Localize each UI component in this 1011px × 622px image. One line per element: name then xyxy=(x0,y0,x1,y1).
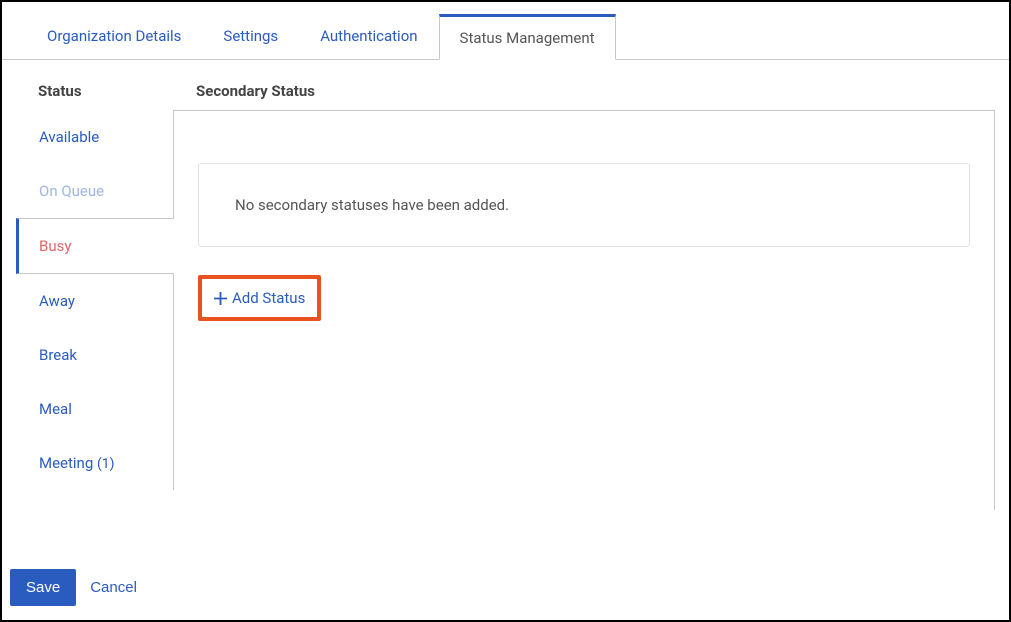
tab-authentication[interactable]: Authentication xyxy=(299,14,438,60)
footer-actions: Save Cancel xyxy=(10,569,137,606)
highlight-box: Add Status xyxy=(198,275,321,321)
header-secondary-status: Secondary Status xyxy=(196,82,995,100)
secondary-empty-message: No secondary statuses have been added. xyxy=(235,196,509,214)
status-item-on-queue[interactable]: On Queue xyxy=(16,164,173,218)
tab-status-management[interactable]: Status Management xyxy=(439,14,616,60)
body-row: Available On Queue Busy Away Break Meal … xyxy=(16,110,995,510)
add-status-button[interactable]: Add Status xyxy=(204,281,315,315)
header-status: Status xyxy=(38,82,196,100)
plus-icon xyxy=(214,292,227,305)
status-item-away[interactable]: Away xyxy=(16,274,173,328)
status-item-meeting-label: Meeting xyxy=(39,454,93,472)
status-item-meeting-count: (1) xyxy=(97,456,115,472)
tab-bar: Organization Details Settings Authentica… xyxy=(2,2,1009,60)
add-status-wrap: Add Status xyxy=(198,275,321,321)
tab-organization-details[interactable]: Organization Details xyxy=(26,14,202,60)
add-status-label: Add Status xyxy=(232,289,305,307)
page-container: Organization Details Settings Authentica… xyxy=(0,0,1011,622)
status-list: Available On Queue Busy Away Break Meal … xyxy=(16,110,174,490)
status-item-available[interactable]: Available xyxy=(16,110,173,164)
scroll-area[interactable]: Status Secondary Status Available On Que… xyxy=(16,60,995,538)
secondary-status-panel: No secondary statuses have been added. A… xyxy=(174,110,995,510)
save-button[interactable]: Save xyxy=(10,569,76,606)
column-headers: Status Secondary Status xyxy=(16,60,995,110)
cancel-button[interactable]: Cancel xyxy=(90,579,137,596)
status-item-meeting[interactable]: Meeting (1) xyxy=(16,436,173,490)
status-item-busy[interactable]: Busy xyxy=(16,218,173,274)
status-item-meal[interactable]: Meal xyxy=(16,382,173,436)
content-wrap: Status Secondary Status Available On Que… xyxy=(16,60,995,538)
tab-settings[interactable]: Settings xyxy=(202,14,299,60)
secondary-empty-card: No secondary statuses have been added. xyxy=(198,163,970,247)
status-item-break[interactable]: Break xyxy=(16,328,173,382)
